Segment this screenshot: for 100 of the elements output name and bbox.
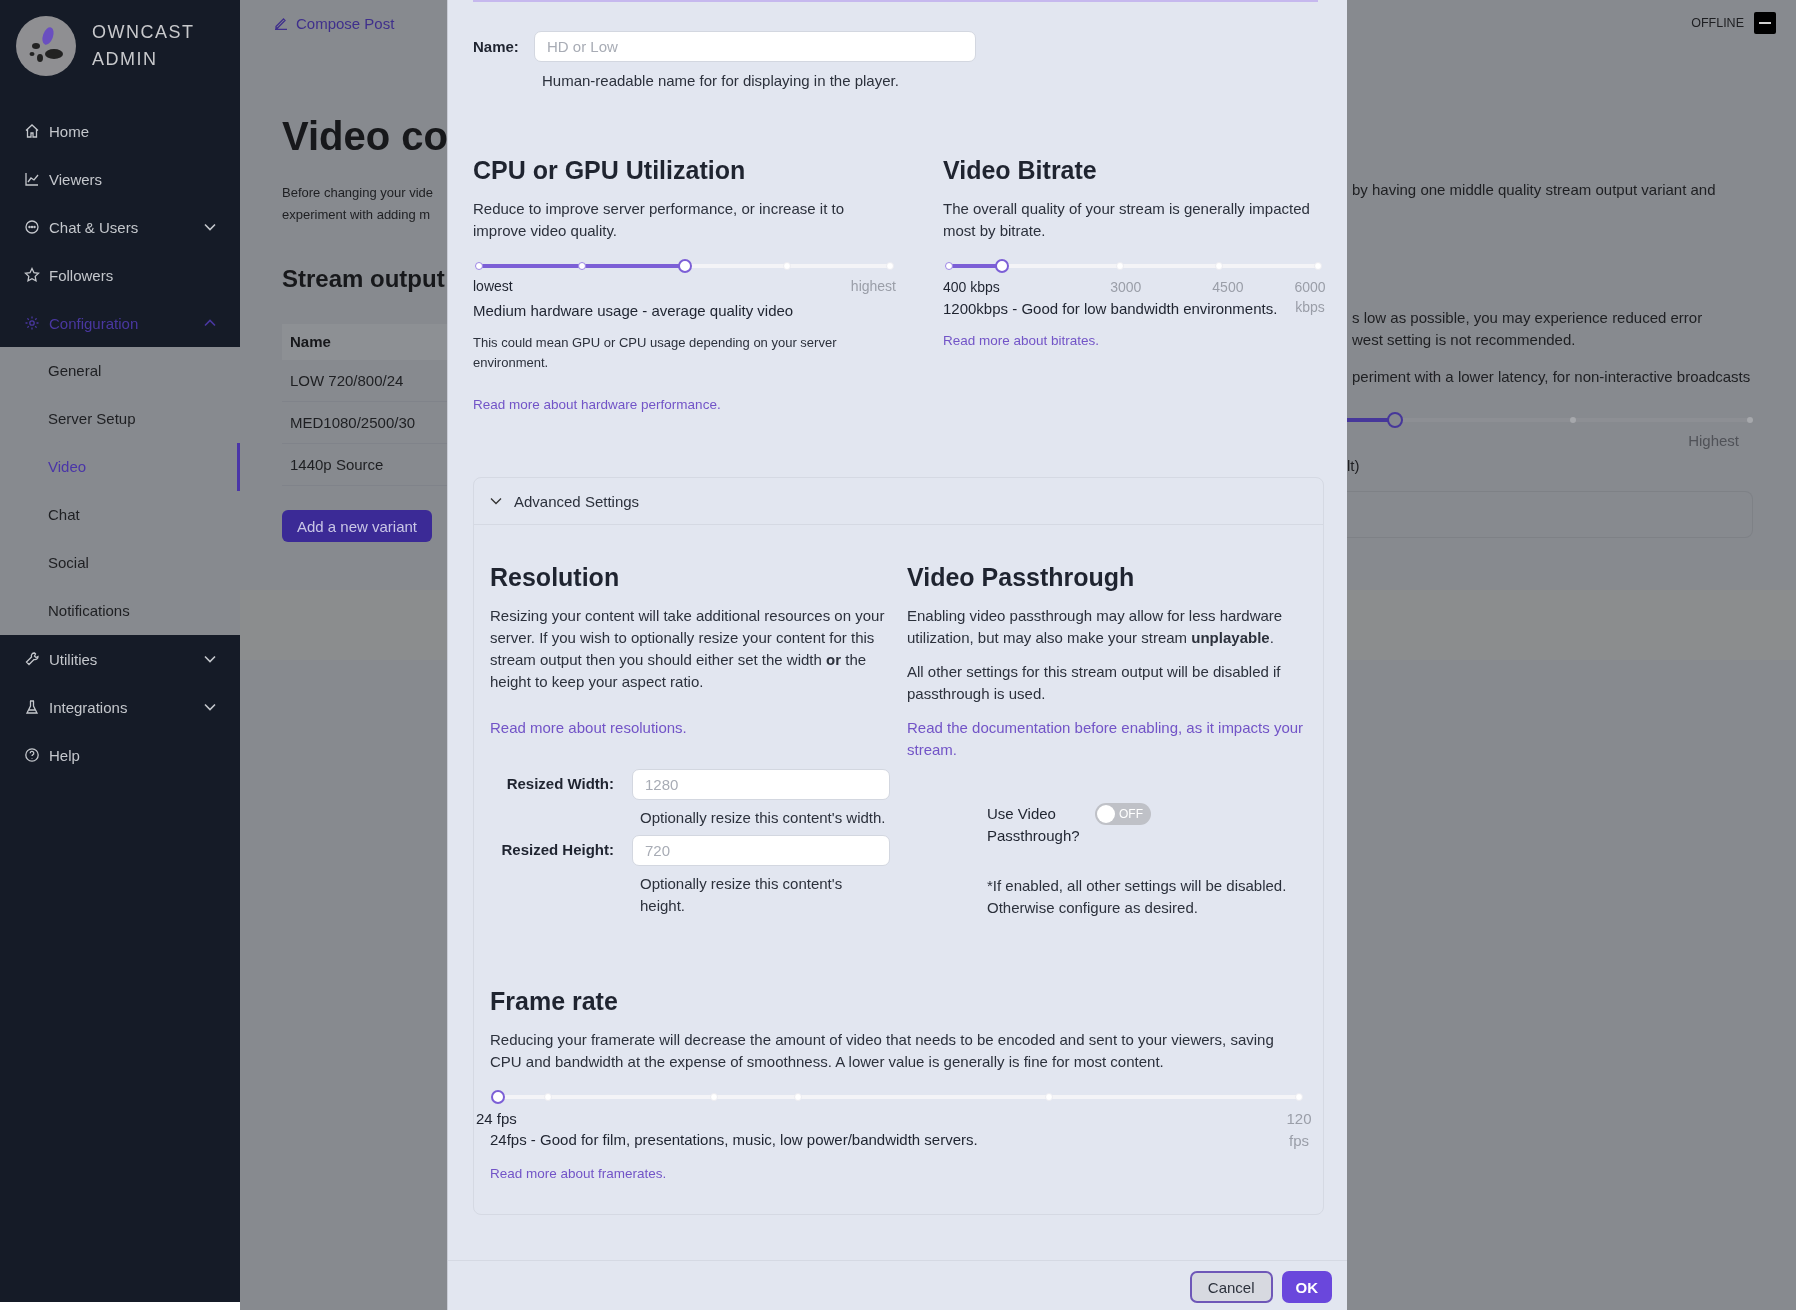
nav-label: Configuration (49, 314, 140, 332)
slider-label: highest (850, 277, 896, 295)
help-text: Human-readable name for for displaying in the player. (542, 71, 900, 91)
tick-label: 4500 (1212, 278, 1244, 297)
toggle-label: Use Video Passthrough? (987, 804, 1081, 846)
tick-mark (1569, 417, 1576, 423)
nav-label: Viewers (49, 170, 104, 188)
description-text: s low as possible, you may experience reduced error (1352, 308, 1704, 328)
tick-mark (794, 1093, 803, 1101)
help-link[interactable]: Read more about hardware performance. (473, 395, 896, 415)
nav-item[interactable]: Integrations (0, 683, 240, 731)
intro-text: by having one middle quality stream output variant and (1352, 180, 1717, 200)
description-text: All other settings for this stream output will be disabled if passthrough is used. (907, 662, 1282, 704)
description-text: The overall quality of your stream is generally impacted most by bitrate. (943, 199, 1311, 241)
field-label: Name: (473, 37, 518, 57)
slider-thumb[interactable] (677, 259, 692, 273)
submenu-item[interactable]: Social (0, 539, 240, 587)
brand-name: OWNCAST (92, 21, 195, 44)
cancel-button[interactable]: Cancel (1189, 1271, 1273, 1303)
chevron-up-icon (204, 319, 216, 327)
brand-name: ADMIN (92, 48, 159, 71)
help-icon (24, 747, 40, 763)
nav-item[interactable]: Viewers (0, 155, 240, 203)
tick-label: 400 kbps (943, 278, 1000, 297)
tick-mark (1295, 1093, 1303, 1101)
help-link[interactable]: Read more about framerates. (490, 1164, 1307, 1184)
note-text: This could mean GPU or CPU usage depending on your server environment. (473, 334, 838, 372)
input-field[interactable]: 720 (632, 835, 890, 866)
tick-label: 3000 (1110, 278, 1142, 297)
logo-icon (16, 16, 76, 76)
nav-item[interactable]: Home (0, 107, 240, 155)
chat-icon (24, 219, 40, 235)
collapse-header[interactable]: Advanced Settings (474, 478, 1323, 525)
help-text: Optionally resize this content's width. (640, 808, 887, 828)
minus-button[interactable] (1754, 12, 1776, 34)
compose-post-link[interactable]: Compose Post (274, 14, 395, 32)
nav-item[interactable]: Help (0, 731, 240, 779)
slider-reading: 24fps - Good for film, presentations, music, low power/bandwidth servers. (490, 1130, 978, 1150)
chart-icon (24, 171, 40, 187)
slider-reading: Medium hardware usage - average quality video (473, 301, 794, 321)
note-text: *If enabled, all other settings will be disabled. Otherwise configure as desired. (987, 876, 1288, 918)
slider-reading: 1200kbps - Good for low bandwidth environments. (943, 299, 1278, 319)
section-title: Stream output (282, 264, 446, 294)
description-text: Resizing your content will take additional resources on your server. If you wish to optionally resize your content for this stream output then you should either set the width or the height to keep your aspect ratio. (490, 606, 886, 692)
add-variant-button[interactable]: Add a new variant (282, 510, 432, 542)
tick-label: 6000 kbps (1293, 278, 1327, 317)
nav-item[interactable]: Followers (0, 251, 240, 299)
tick-mark (475, 262, 483, 270)
description-text: Reducing your framerate will decrease the amount of video that needs to be encoded and sent to your viewers, saving CPU and bandwidth at the expense of smoothness. A lower value is generally is fine for most content. (490, 1030, 1275, 1072)
slider-reading: lt) (1347, 456, 1361, 476)
slider-thumb[interactable] (491, 1090, 505, 1104)
column-header: Name (282, 324, 447, 360)
slider-label: lowest (473, 277, 513, 295)
section-heading: CPU or GPU Utilization (473, 155, 747, 186)
status-text: OFFLINE (1691, 16, 1744, 30)
help-link[interactable]: Read more about resolutions. (490, 717, 890, 739)
flask-icon (24, 699, 40, 715)
settings-icon (24, 315, 40, 331)
nav-label: Followers (49, 266, 115, 284)
input-field[interactable]: 1280 (632, 769, 890, 800)
intro-text: experiment with adding m (282, 206, 432, 224)
nav-label: Home (49, 122, 90, 140)
tick-mark (577, 262, 586, 270)
field-label: Resized Height: (500, 840, 614, 860)
name-field[interactable]: HD or Low (534, 31, 976, 62)
tick-mark (945, 262, 953, 270)
submenu-item[interactable]: General (0, 347, 240, 395)
slider-label: 120 fps (1285, 1109, 1313, 1151)
nav-item[interactable]: Chat & Users (0, 203, 240, 251)
pencil-icon (274, 16, 288, 30)
submenu-item[interactable]: Server Setup (0, 395, 240, 443)
submenu-item[interactable]: Notifications (0, 587, 240, 635)
slider-label: 24 fps (476, 1109, 517, 1129)
slider-label: Highest (1688, 432, 1739, 449)
help-link[interactable]: Read the documentation before enabling, as it impacts your stream. (907, 717, 1307, 761)
nav-label: Integrations (49, 698, 129, 716)
slider-thumb[interactable] (1387, 412, 1404, 428)
description-text: west setting is not recommended. (1352, 330, 1577, 350)
section-heading: Video Passthrough (907, 562, 1136, 593)
wrench-icon (24, 651, 40, 667)
nav-label: Utilities (49, 650, 99, 668)
submenu-item[interactable]: Chat (0, 491, 240, 539)
nav-item[interactable]: Utilities (0, 635, 240, 683)
field-label: Resized Width: (505, 774, 614, 794)
nav-label: Help (49, 746, 81, 764)
slider-thumb[interactable] (994, 259, 1009, 273)
intro-text: Before changing your vide (282, 184, 435, 202)
chevron-down-icon (204, 655, 216, 663)
chevron-down-icon (204, 703, 216, 711)
help-text: Optionally resize this content's height. (640, 874, 844, 916)
description-text: Enabling video passthrough may allow for less hardware utilization, but may also make your stream unplayable. (907, 606, 1284, 648)
help-link[interactable]: Read more about bitrates. (943, 331, 1324, 351)
section-heading: Resolution (490, 562, 621, 593)
ok-button[interactable]: OK (1281, 1271, 1332, 1303)
description-text: Reduce to improve server performance, or increase it to improve video quality. (473, 199, 845, 241)
section-heading: Frame rate (490, 986, 619, 1017)
home-icon (24, 123, 40, 139)
tick-mark (544, 1093, 553, 1101)
tick-mark (1747, 417, 1753, 423)
tick-mark (710, 1093, 719, 1101)
